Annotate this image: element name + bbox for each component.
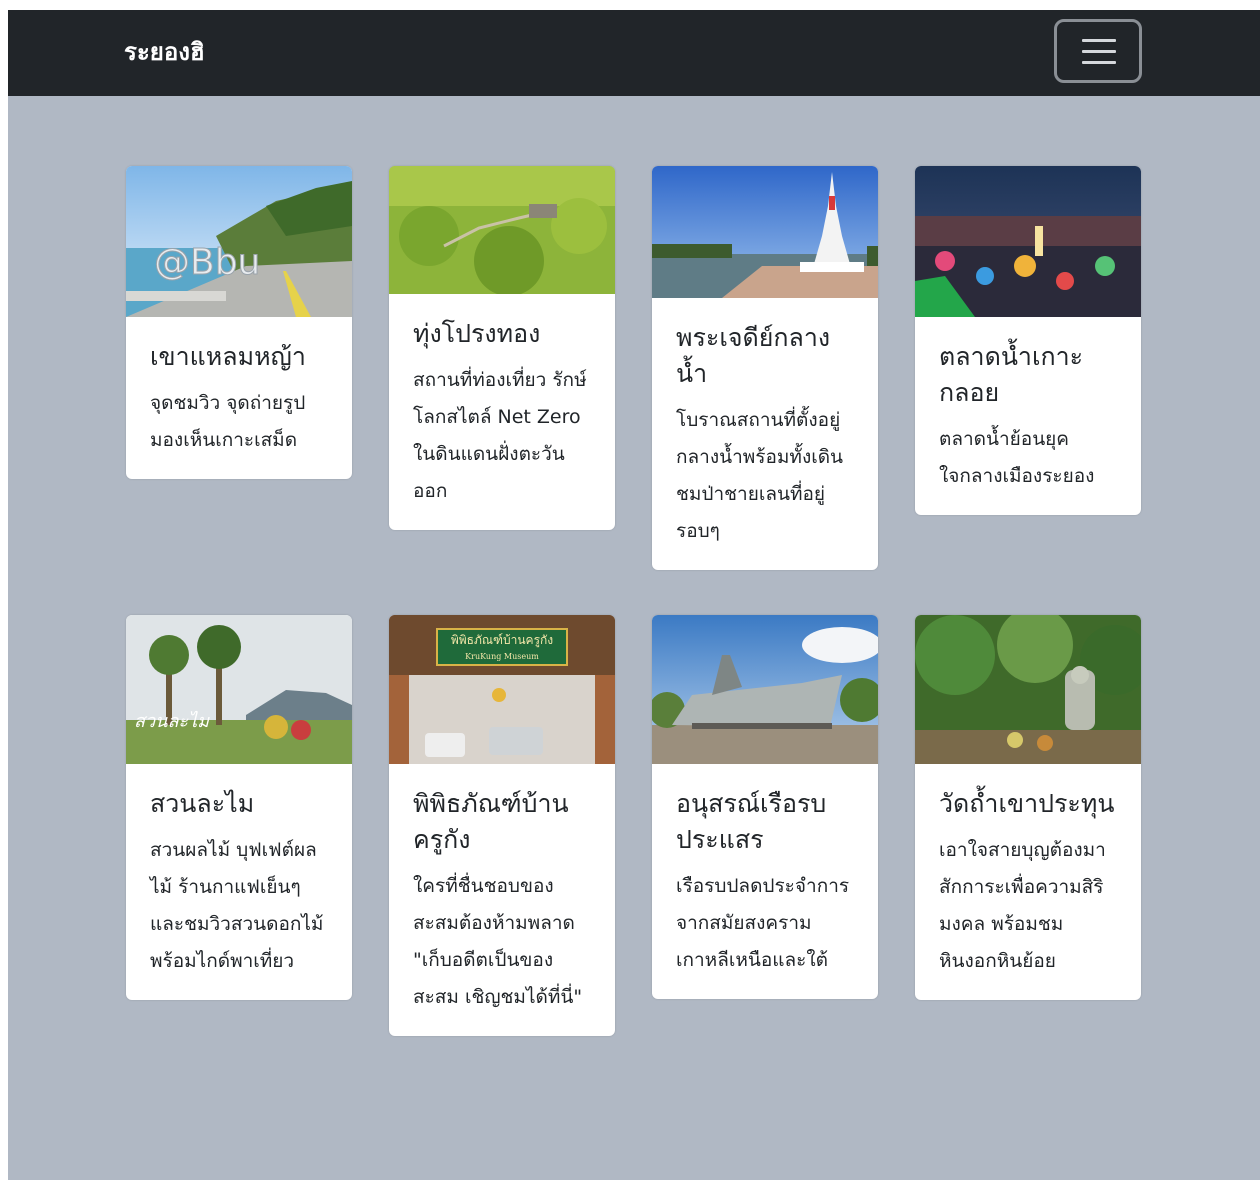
coastal-road-landmark-image: @Bbu — [126, 166, 352, 317]
white-pagoda-image — [652, 166, 878, 298]
card-text: สถานที่ท่องเที่ยว รักษ์โลกสไตล์ Net Zero… — [413, 369, 587, 502]
attraction-card[interactable]: วัดถ้ำเขาประทุน เอาใจสายบุญต้องมาสักการะ… — [915, 615, 1141, 1000]
card-text: เรือรบปลดประจำการจากสมัยสงครามเกาหลีเหนื… — [676, 875, 850, 971]
attraction-card[interactable]: พิพิธภัณฑ์บ้านครูกัง KruKung Museum พิพิ… — [389, 615, 615, 1036]
card-title: วัดถ้ำเขาประทุน — [939, 789, 1115, 818]
card-title: ทุ่งโปรงทอง — [413, 319, 541, 348]
navbar-toggle-button[interactable] — [1054, 19, 1142, 83]
card-title: พระเจดีย์กลางน้ำ — [676, 323, 831, 388]
garden-sign-image: สวนละไม — [126, 615, 352, 764]
museum-sign-text: พิพิธภัณฑ์บ้านครูกัง — [451, 633, 553, 648]
svg-text:สวนละไม: สวนละไม — [134, 710, 210, 732]
temple-cave-image — [915, 615, 1141, 764]
mangrove-forest-image — [389, 166, 615, 294]
card-text: เอาใจสายบุญต้องมาสักการะเพื่อความสิริมงค… — [939, 839, 1106, 972]
attraction-card[interactable]: อนุสรณ์เรือรบประแสร เรือรบปลดประจำการจาก… — [652, 615, 878, 999]
museum-entrance-image: พิพิธภัณฑ์บ้านครูกัง KruKung Museum — [389, 615, 615, 764]
svg-text:@Bbu: @Bbu — [154, 242, 260, 283]
card-text: ตลาดน้ำย้อนยุค ใจกลางเมืองระยอง — [939, 428, 1095, 487]
attraction-card[interactable]: พระเจดีย์กลางน้ำ โบราณสถานที่ตั้งอยู่กลา… — [652, 166, 878, 570]
card-title: พิพิธภัณฑ์บ้านครูกัง — [413, 789, 569, 854]
card-title: ตลาดน้ำเกาะกลอย — [939, 342, 1084, 407]
warship-memorial-image — [652, 615, 878, 764]
attraction-card[interactable]: สวนละไม สวนละไม สวนผลไม้ บุฟเฟต์ผลไม้ ร้… — [126, 615, 352, 1000]
attraction-card[interactable]: ทุ่งโปรงทอง สถานที่ท่องเที่ยว รักษ์โลกสไ… — [389, 166, 615, 530]
night-market-image — [915, 166, 1141, 317]
attraction-card[interactable]: @Bbu เขาแหลมหญ้า จุดชมวิว จุดถ่ายรูป มอง… — [126, 166, 352, 479]
museum-sign-subtext: KruKung Museum — [465, 652, 539, 661]
card-text: สวนผลไม้ บุฟเฟต์ผลไม้ ร้านกาแฟเย็นๆ และช… — [150, 839, 324, 972]
brand-link[interactable]: ระยองฮิ — [124, 34, 205, 70]
navbar: ระยองฮิ — [8, 10, 1260, 96]
card-title: เขาแหลมหญ้า — [150, 342, 306, 371]
attraction-card[interactable]: ตลาดน้ำเกาะกลอย ตลาดน้ำย้อนยุค ใจกลางเมื… — [915, 166, 1141, 515]
card-title: สวนละไม — [150, 789, 255, 818]
card-title: อนุสรณ์เรือรบประแสร — [676, 789, 827, 854]
card-text: ใครที่ชื่นชอบของสะสมต้องห้ามพลาด "เก็บอด… — [413, 875, 583, 1008]
page: ระยองฮิ @Bbu เขาแหลมหญ้า จุดชมวิว จุดถ่า… — [8, 10, 1260, 1180]
card-text: จุดชมวิว จุดถ่ายรูป มองเห็นเกาะเสม็ด — [150, 392, 306, 451]
card-text: โบราณสถานที่ตั้งอยู่กลางน้ำพร้อมทั้งเดิน… — [676, 409, 844, 542]
